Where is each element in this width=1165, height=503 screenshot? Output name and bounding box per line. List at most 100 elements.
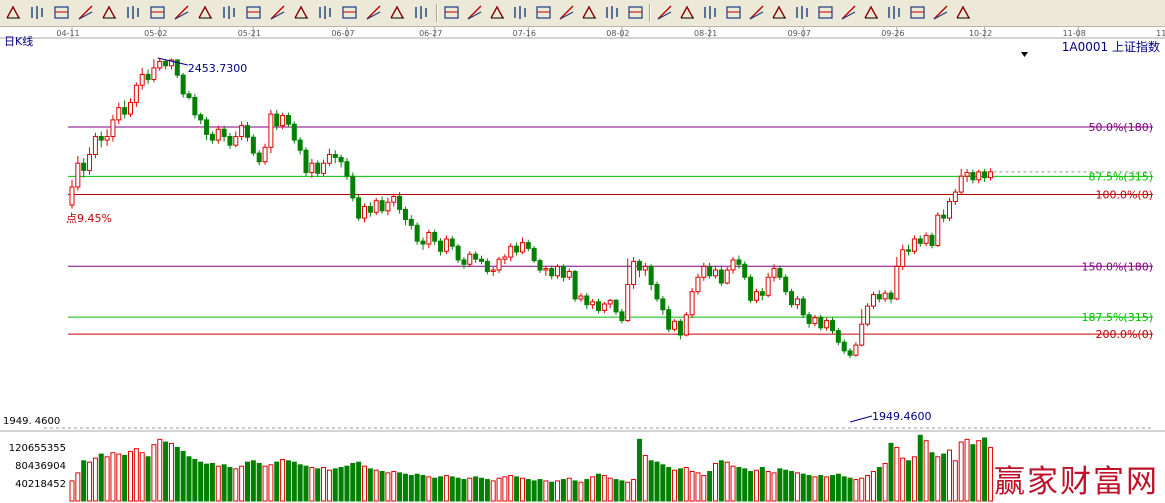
fibonacci-icon[interactable] <box>465 3 484 22</box>
candle-up <box>69 186 75 206</box>
candle-up <box>426 231 432 245</box>
diagonal-icon[interactable] <box>534 3 553 22</box>
ellipse-icon[interactable] <box>557 3 576 22</box>
volume-bar <box>876 467 882 502</box>
volume-bar <box>713 462 718 502</box>
period-icon[interactable] <box>442 3 461 22</box>
candle-down <box>742 263 748 278</box>
chart-3-icon[interactable] <box>388 3 407 22</box>
volume-bar <box>449 476 455 502</box>
fib-2-icon[interactable] <box>793 3 812 22</box>
volume-bar <box>683 467 689 502</box>
candle-3-icon[interactable] <box>100 3 119 22</box>
candle-down <box>145 73 151 80</box>
coin-2-icon[interactable] <box>747 3 766 22</box>
fibonacci-lines: 50.0%(180) 87.5%(315) 100.0%(0) 150.0%(180)… <box>44 121 1153 429</box>
volume-bar <box>841 476 847 502</box>
high-label: 2453.7300 <box>188 62 248 75</box>
speed-line-icon[interactable] <box>488 3 507 22</box>
fib-4-icon[interactable] <box>839 3 858 22</box>
fan-icon[interactable] <box>220 3 239 22</box>
candle-1-icon[interactable] <box>52 3 71 22</box>
volume-bar <box>473 476 479 502</box>
candle-2-icon[interactable] <box>76 3 95 22</box>
table-icon[interactable] <box>655 3 674 22</box>
candle-up <box>578 295 584 300</box>
candle-4-icon[interactable] <box>124 3 143 22</box>
volume-bar <box>467 477 473 502</box>
candle-up <box>683 314 689 336</box>
candle-down <box>461 259 467 265</box>
candle-down <box>835 330 841 343</box>
volume-bar <box>701 475 707 502</box>
box-icon[interactable] <box>292 3 311 22</box>
candle-down <box>514 245 520 253</box>
candle-up <box>385 201 391 212</box>
fib-7-icon[interactable] <box>908 3 927 22</box>
x-tick-label: 04-11 <box>56 29 79 38</box>
x-tick-label: 09-26 <box>881 29 904 38</box>
volume-bar <box>344 465 350 502</box>
candle-down <box>303 149 309 174</box>
candle-down <box>537 260 543 271</box>
volume-bar <box>385 472 391 502</box>
grid-2-icon[interactable] <box>580 3 599 22</box>
cycle-icon[interactable] <box>172 3 191 22</box>
tower-icon[interactable] <box>340 3 359 22</box>
grid-3-icon[interactable] <box>603 3 622 22</box>
volume-bar <box>514 476 520 502</box>
flag-icon[interactable] <box>770 3 789 22</box>
volume-bar <box>566 477 572 502</box>
bars-icon[interactable] <box>196 3 215 22</box>
candle-down <box>356 197 362 219</box>
fib-3-icon[interactable] <box>816 3 835 22</box>
candle-up <box>555 265 561 277</box>
grid-icon[interactable] <box>28 3 47 22</box>
volume-bar <box>631 479 637 502</box>
coin-1-icon[interactable] <box>724 3 743 22</box>
fib-label: 187.5%(315) <box>1081 311 1153 324</box>
dropdown-arrow-icon[interactable] <box>1021 52 1028 57</box>
fib-5-icon[interactable] <box>862 3 881 22</box>
volume-bar <box>859 477 865 502</box>
candle-down <box>227 135 233 146</box>
volume-bar <box>133 448 139 502</box>
fib-6-icon[interactable] <box>885 3 904 22</box>
low-axis-label: 1949. 4600 <box>3 416 60 427</box>
volume-bar <box>186 456 192 502</box>
candle-down <box>759 291 765 296</box>
percent-text-icon[interactable] <box>701 3 720 22</box>
bars-2-icon[interactable] <box>364 3 383 22</box>
candle-up <box>104 135 110 141</box>
candle-up <box>724 269 730 284</box>
angle-icon[interactable] <box>244 3 263 22</box>
volume-bar <box>87 461 93 502</box>
volume-bar <box>742 468 748 502</box>
fib-8-icon[interactable] <box>931 3 950 22</box>
candle-down <box>888 292 894 300</box>
candle-up <box>625 283 631 322</box>
volume-bar <box>578 481 584 502</box>
pitchfork-icon[interactable] <box>148 3 167 22</box>
fib-9-icon[interactable] <box>954 3 973 22</box>
volume-bar <box>847 477 853 502</box>
arrow-down-icon[interactable] <box>412 3 431 22</box>
volume-bar <box>572 480 578 502</box>
volume-bar <box>268 464 274 502</box>
candle-up <box>771 268 777 278</box>
candle-down <box>929 234 935 246</box>
volume-bar <box>227 467 233 502</box>
candle-down <box>549 268 555 277</box>
target-icon[interactable] <box>268 3 287 22</box>
pencil-icon[interactable] <box>4 3 23 22</box>
parallel-icon[interactable] <box>626 3 645 22</box>
percent-icon[interactable] <box>678 3 697 22</box>
drawing-toolbar <box>0 0 1165 27</box>
box-2-icon[interactable] <box>511 3 530 22</box>
candle-down <box>414 224 420 242</box>
volume-bar <box>432 477 438 502</box>
volume-bar <box>689 471 695 502</box>
volume-bar <box>338 467 344 502</box>
volume-bar <box>870 471 876 502</box>
line-tool-icon[interactable] <box>316 3 335 22</box>
